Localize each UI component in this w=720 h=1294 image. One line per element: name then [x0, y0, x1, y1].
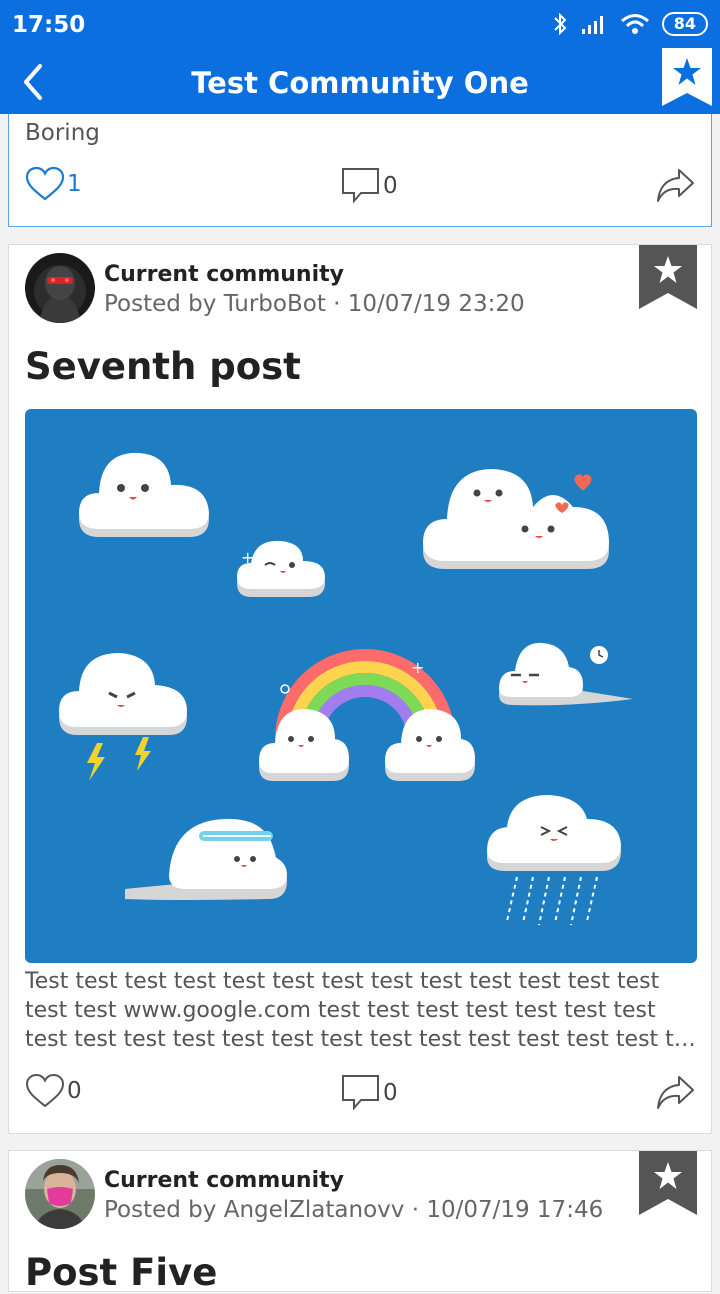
post-actions: 0 0	[25, 1073, 695, 1117]
like-count: 0	[67, 1078, 82, 1104]
bookmark-star-icon[interactable]	[639, 1151, 697, 1215]
status-bar: 17:50 84	[0, 0, 720, 52]
heart-icon	[25, 1073, 65, 1108]
comment-count: 0	[383, 1080, 398, 1106]
post-meta: Posted by TurboBot · 10/07/19 23:20	[104, 291, 525, 317]
like-count: 1	[67, 171, 82, 197]
like-button[interactable]: 1	[25, 166, 82, 202]
bookmark-star-icon[interactable]	[662, 48, 712, 106]
bluetooth-icon	[554, 12, 567, 36]
comment-count: 0	[383, 173, 398, 199]
weather-clouds-illustration: + +	[25, 409, 697, 963]
post-body-line: test test test test test test test test …	[25, 1027, 701, 1052]
post-body: Test test test test test test test test …	[25, 967, 701, 1054]
svg-text:+: +	[241, 548, 254, 567]
comment-icon	[342, 168, 379, 204]
svg-text:+: +	[411, 658, 424, 677]
comment-icon	[342, 1075, 379, 1111]
signal-icon	[581, 16, 603, 34]
share-icon	[657, 1076, 694, 1109]
share-icon	[657, 169, 694, 202]
post-body-line: test test www.google.com test test test …	[25, 998, 656, 1023]
avatar[interactable]	[25, 253, 95, 323]
status-time: 17:50	[12, 12, 86, 38]
avatar-image	[25, 253, 95, 323]
like-button[interactable]: 0	[25, 1073, 82, 1109]
post-title: Seventh post	[25, 345, 301, 388]
post-body: Boring	[25, 120, 100, 146]
share-button[interactable]	[655, 166, 695, 206]
comment-button[interactable]: 0	[341, 1073, 398, 1113]
post-body-line: Test test test test test test test test …	[25, 969, 660, 994]
post-image[interactable]: + +	[25, 409, 697, 963]
post-card[interactable]: Current community Posted by TurboBot · 1…	[8, 244, 712, 1134]
post-title: Post Five	[25, 1251, 218, 1294]
avatar-image	[25, 1159, 95, 1229]
post-actions: 1 0	[25, 166, 695, 210]
page-title: Test Community One	[191, 66, 529, 100]
share-button[interactable]	[655, 1073, 695, 1113]
post-card[interactable]: Current community Posted by AngelZlatano…	[8, 1150, 712, 1294]
avatar[interactable]	[25, 1159, 95, 1229]
battery-icon: 84	[661, 12, 708, 36]
wifi-icon	[620, 14, 649, 34]
community-name[interactable]: Current community	[104, 1168, 344, 1193]
comment-button[interactable]: 0	[341, 166, 398, 206]
app-bar: Test Community One	[0, 48, 720, 114]
community-name[interactable]: Current community	[104, 262, 344, 287]
heart-icon	[25, 166, 65, 201]
status-icons: 84	[552, 12, 708, 36]
bookmark-star-icon[interactable]	[639, 245, 697, 309]
post-card[interactable]: Boring 1 0	[8, 114, 712, 227]
post-meta: Posted by AngelZlatanovv · 10/07/19 17:4…	[104, 1197, 604, 1223]
